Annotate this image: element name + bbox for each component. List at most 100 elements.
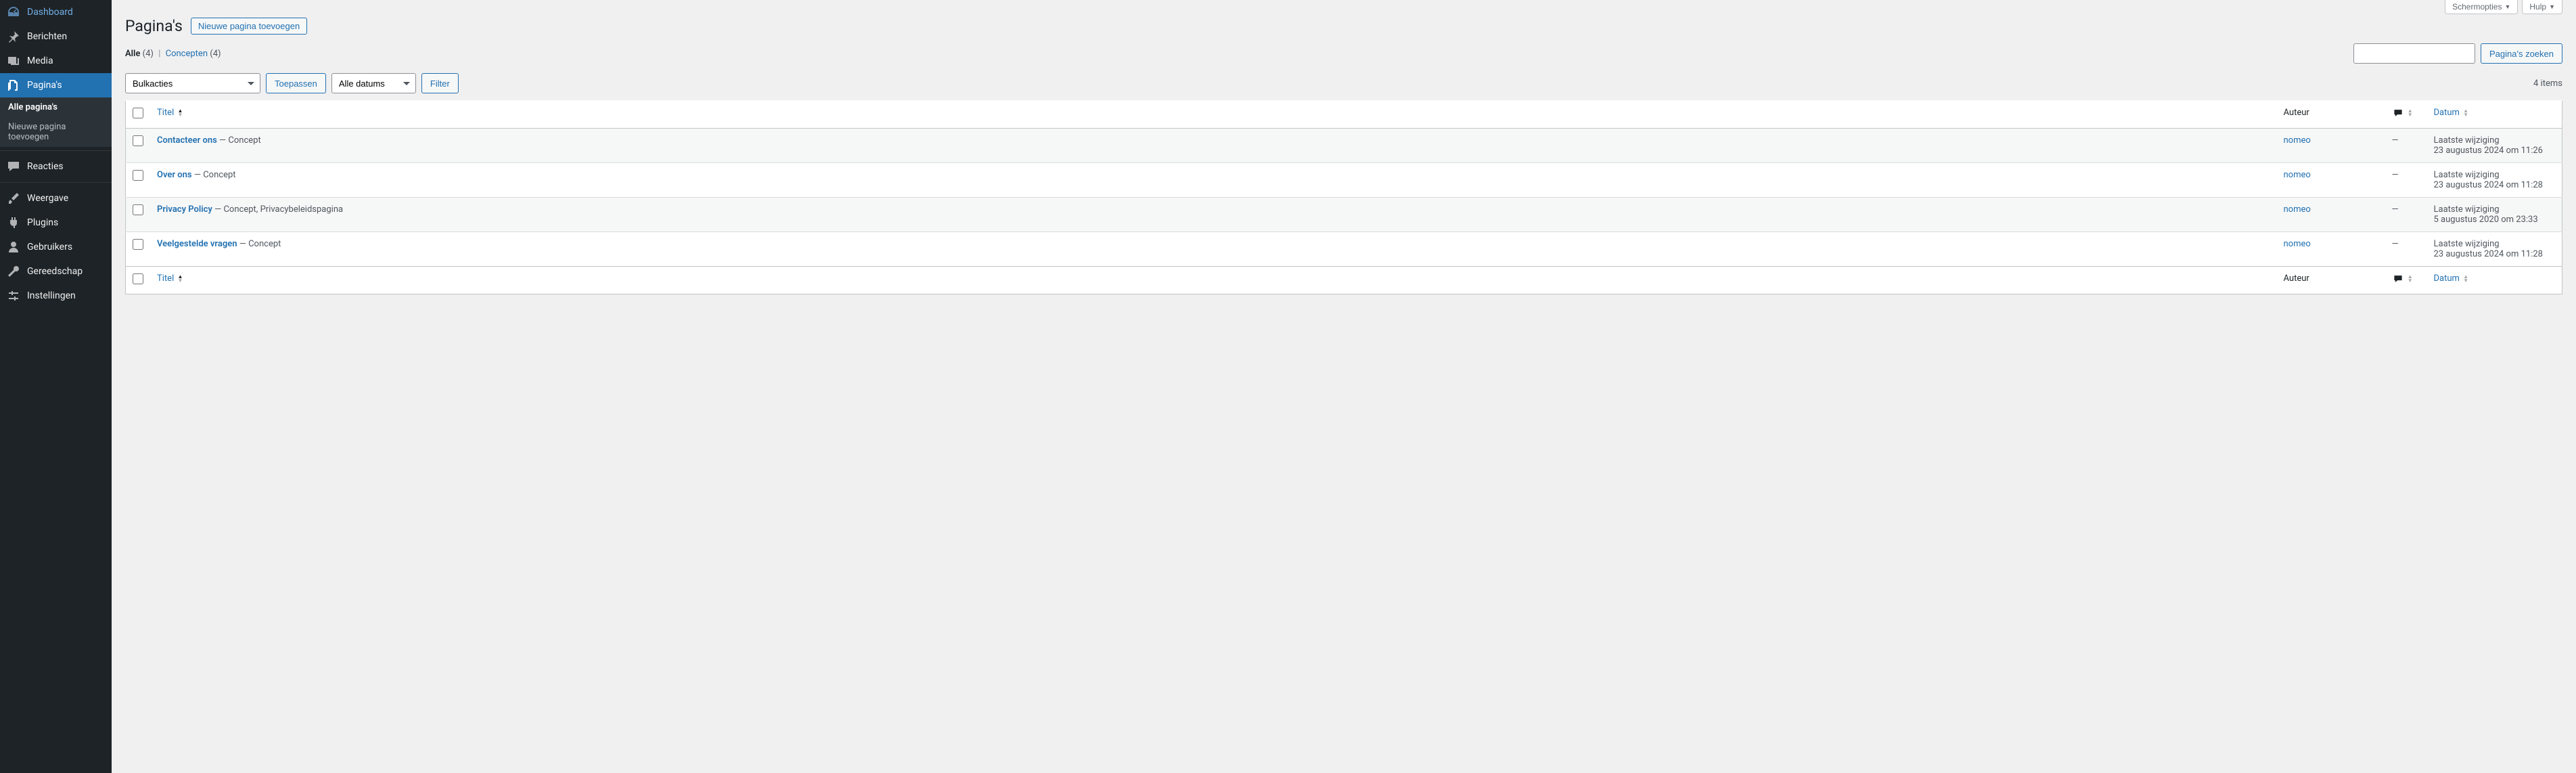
- search-pages-button[interactable]: Pagina's zoeken: [2481, 43, 2562, 64]
- chevron-down-icon: ▼: [2549, 3, 2555, 10]
- row-title-link[interactable]: Contacteer ons: [157, 135, 217, 146]
- filter-drafts-link[interactable]: Concepten: [166, 49, 208, 59]
- add-new-page-button[interactable]: Nieuwe pagina toevoegen: [191, 18, 307, 35]
- row-state: — Concept: [217, 135, 261, 146]
- table-row: Privacy Policy — Concept, Privacybeleids…: [126, 198, 2562, 232]
- sidebar-item-media[interactable]: Media: [0, 49, 112, 73]
- sidebar-item-comments[interactable]: Reacties: [0, 154, 112, 179]
- row-date-label: Laatste wijziging: [2434, 135, 2556, 146]
- row-checkbox[interactable]: [133, 135, 143, 146]
- filter-subsub: Alle (4) | Concepten (4): [125, 49, 221, 59]
- sliders-icon: [7, 289, 20, 303]
- row-comments: —: [2392, 170, 2399, 180]
- bulk-actions-select[interactable]: Bulkacties: [125, 73, 260, 93]
- select-all-checkbox-footer[interactable]: [133, 273, 143, 284]
- row-date-value: 23 augustus 2024 om 11:28: [2434, 249, 2556, 259]
- screen-meta: Schermopties ▼ Hulp ▼: [125, 0, 2562, 14]
- sidebar-item-label: Media: [27, 56, 53, 66]
- row-date-value: 23 augustus 2024 om 11:26: [2434, 146, 2556, 156]
- row-title-link[interactable]: Veelgestelde vragen: [157, 239, 237, 249]
- comment-icon: [2392, 108, 2404, 118]
- row-date-label: Laatste wijziging: [2434, 170, 2556, 180]
- page-title: Pagina's: [125, 17, 183, 35]
- sidebar-item-label: Plugins: [27, 217, 58, 228]
- screen-options-button[interactable]: Schermopties ▼: [2445, 0, 2518, 14]
- column-date[interactable]: Datum ▲▼: [2427, 101, 2562, 129]
- sidebar-subitem-new[interactable]: Nieuwe pagina toevoegen: [0, 117, 112, 147]
- filter-all-label[interactable]: Alle: [125, 49, 140, 59]
- pin-icon: [7, 30, 20, 43]
- brush-icon: [7, 192, 20, 205]
- sidebar-item-label: Reacties: [27, 161, 64, 172]
- date-filter-select[interactable]: Alle datums: [331, 73, 416, 93]
- sort-indicator-icon: ▲▼: [2463, 275, 2468, 283]
- media-icon: [7, 54, 20, 68]
- sidebar-item-settings[interactable]: Instellingen: [0, 284, 112, 308]
- main-content: Schermopties ▼ Hulp ▼ Pagina's Nieuwe pa…: [112, 0, 2576, 773]
- menu-separator: [0, 150, 112, 151]
- comment-icon: [7, 160, 20, 173]
- sidebar-item-users[interactable]: Gebruikers: [0, 235, 112, 259]
- sidebar-submenu-pages: Alle pagina'sNieuwe pagina toevoegen: [0, 97, 112, 147]
- sidebar-item-label: Instellingen: [27, 290, 76, 301]
- row-title-link[interactable]: Over ons: [157, 170, 192, 180]
- table-row: Contacteer ons — Concept nomeo — Laatste wi…: [126, 129, 2562, 163]
- row-state: — Concept: [192, 170, 236, 180]
- column-date-footer[interactable]: Datum ▲▼: [2427, 267, 2562, 294]
- row-author-link[interactable]: nomeo: [2284, 239, 2311, 249]
- column-title[interactable]: Titel ▲▼: [150, 101, 2277, 129]
- row-date-label: Laatste wijziging: [2434, 204, 2556, 215]
- column-author-footer[interactable]: Auteur: [2277, 267, 2385, 294]
- row-state: — Concept, Privacybeleidspagina: [212, 204, 343, 215]
- help-label: Hulp: [2529, 2, 2546, 12]
- sidebar-item-label: Gereedschap: [27, 266, 83, 277]
- apply-bulk-button[interactable]: Toepassen: [266, 73, 326, 93]
- filter-button[interactable]: Filter: [421, 73, 459, 93]
- table-row: Veelgestelde vragen — Concept nomeo — Laats…: [126, 232, 2562, 267]
- chevron-down-icon: ▼: [2504, 3, 2510, 10]
- row-date-value: 5 augustus 2020 om 23:33: [2434, 215, 2556, 225]
- row-title-link[interactable]: Privacy Policy: [157, 204, 212, 215]
- subsub-separator: |: [158, 49, 160, 59]
- pages-table: Titel ▲▼ Auteur ▲▼ Datum ▲▼ Contacteer o…: [125, 100, 2562, 294]
- wrench-icon: [7, 265, 20, 278]
- row-author-link[interactable]: nomeo: [2284, 204, 2311, 215]
- select-all-checkbox[interactable]: [133, 108, 143, 118]
- row-author-link[interactable]: nomeo: [2284, 135, 2311, 146]
- comment-icon: [2392, 274, 2404, 284]
- sidebar-item-posts[interactable]: Berichten: [0, 24, 112, 49]
- row-checkbox[interactable]: [133, 239, 143, 250]
- row-date-value: 23 augustus 2024 om 11:28: [2434, 180, 2556, 190]
- admin-sidebar: Dashboard Berichten Media Pagina's Alle pagi…: [0, 0, 112, 773]
- help-button[interactable]: Hulp ▼: [2522, 0, 2562, 14]
- search-pages-input[interactable]: [2353, 43, 2475, 64]
- row-comments: —: [2392, 204, 2399, 215]
- user-icon: [7, 240, 20, 254]
- screen-options-label: Schermopties: [2452, 2, 2502, 12]
- sidebar-item-appearance[interactable]: Weergave: [0, 186, 112, 211]
- sidebar-subitem-all[interactable]: Alle pagina's: [0, 97, 112, 117]
- sidebar-item-label: Gebruikers: [27, 242, 72, 252]
- column-comments[interactable]: ▲▼: [2385, 101, 2427, 129]
- row-date-label: Laatste wijziging: [2434, 239, 2556, 249]
- sidebar-item-label: Pagina's: [27, 80, 62, 91]
- sidebar-item-label: Berichten: [27, 31, 67, 42]
- sidebar-item-pages[interactable]: Pagina's: [0, 73, 112, 97]
- table-row: Over ons — Concept nomeo — Laatste wijzigin…: [126, 163, 2562, 198]
- row-comments: —: [2392, 239, 2399, 249]
- sidebar-item-tools[interactable]: Gereedschap: [0, 259, 112, 284]
- sidebar-item-dashboard[interactable]: Dashboard: [0, 0, 112, 24]
- column-author[interactable]: Auteur: [2277, 101, 2385, 129]
- row-state: — Concept: [237, 239, 281, 249]
- filter-all-count: (4): [143, 49, 154, 59]
- column-comments-footer[interactable]: ▲▼: [2385, 267, 2427, 294]
- row-comments: —: [2392, 135, 2399, 146]
- row-checkbox[interactable]: [133, 170, 143, 181]
- row-author-link[interactable]: nomeo: [2284, 170, 2311, 180]
- row-checkbox[interactable]: [133, 204, 143, 215]
- sort-indicator-icon: ▲▼: [2408, 109, 2413, 117]
- column-title-footer[interactable]: Titel ▲▼: [150, 267, 2277, 294]
- sidebar-item-plugins[interactable]: Plugins: [0, 211, 112, 235]
- menu-separator: [0, 182, 112, 183]
- sidebar-item-label: Dashboard: [27, 7, 73, 18]
